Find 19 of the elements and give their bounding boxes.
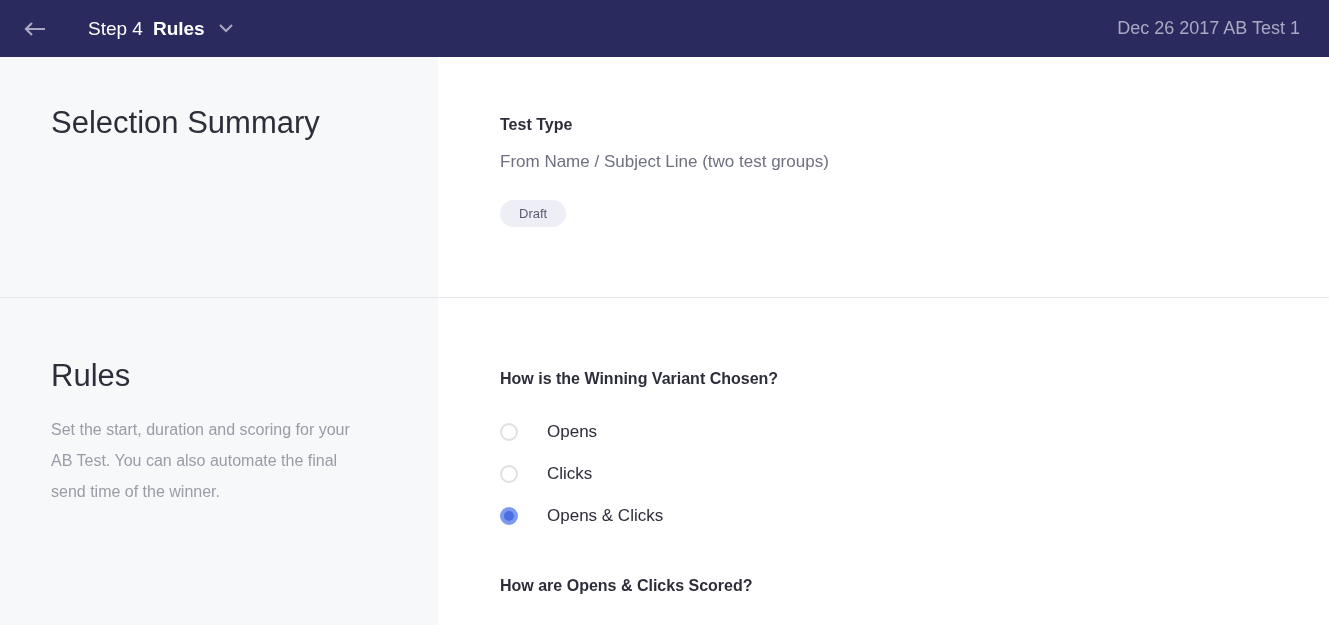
section-description: Set the start, duration and scoring for your AB Test. You can also automate the final send time of the winner. [51, 420, 351, 502]
back-arrow-icon [24, 20, 46, 37]
step-title: Rules [152, 17, 205, 40]
caret-icon [218, 24, 233, 33]
radio-option[interactable]: Opens [500, 411, 598, 453]
step-dropdown[interactable] [218, 24, 233, 33]
field-label: Test Type [500, 116, 573, 134]
question-label: How are Opens & Clicks Scored? [500, 577, 753, 595]
back-button[interactable] [24, 20, 46, 37]
status-badge: Draft [500, 200, 567, 227]
radio-option[interactable]: Opens & Clicks [500, 495, 664, 537]
field-value: From Name / Subject Line (two test groups) [500, 152, 829, 172]
section-heading: Rules [51, 358, 132, 394]
radio-option[interactable]: Clicks [500, 453, 593, 495]
section-heading: Selection Summary [51, 105, 321, 141]
test-name: Dec 26 2017 AB Test 1 [1117, 18, 1300, 39]
radio-button[interactable] [500, 507, 518, 525]
step-label: Step 4 [88, 17, 143, 40]
question-label: How is the Winning Variant Chosen? [500, 370, 779, 388]
